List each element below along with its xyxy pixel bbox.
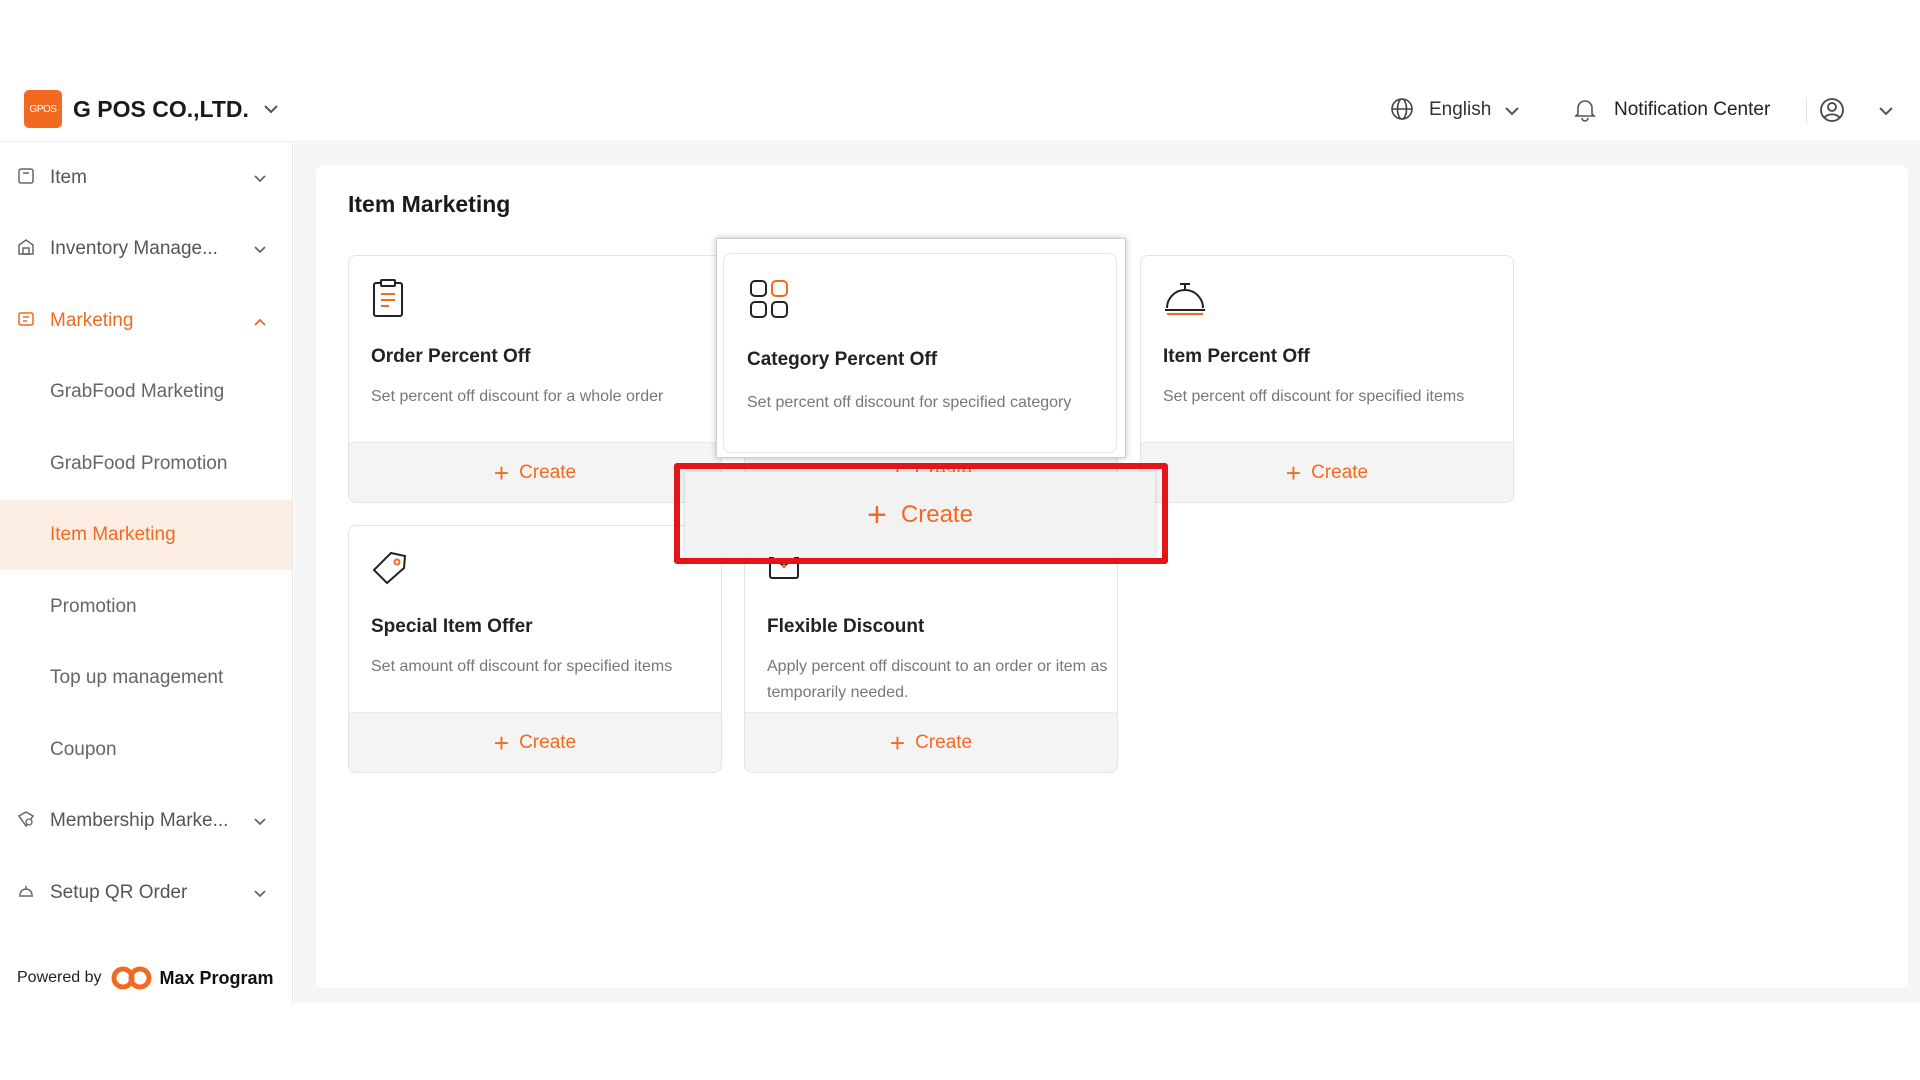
language-selector[interactable]: English xyxy=(1429,99,1491,121)
category-grid-icon xyxy=(750,280,788,318)
sidebar-item-coupon[interactable]: Coupon xyxy=(0,715,292,785)
membership-icon xyxy=(17,811,35,828)
sidebar-item-inventory[interactable]: Inventory Manage... xyxy=(0,214,292,284)
powered-by-label: Powered by xyxy=(17,969,102,986)
card-title: Order Percent Off xyxy=(371,346,531,367)
create-button[interactable]: + Create xyxy=(349,712,721,772)
card-description: Apply percent off discount to an order o… xyxy=(767,658,1108,701)
clipboard-icon xyxy=(373,279,403,317)
page-title: Item Marketing xyxy=(348,191,511,217)
powered-by: Powered by Max Program xyxy=(17,965,274,991)
sidebar-item-item[interactable]: Item xyxy=(0,143,292,213)
sidebar-item-promotion[interactable]: Promotion xyxy=(0,572,292,642)
notification-center-link[interactable]: Notification Center xyxy=(1614,99,1770,121)
create-label: Create xyxy=(519,731,577,753)
sidebar-item-grabfood-promotion[interactable]: GrabFood Promotion xyxy=(0,429,292,499)
chevron-down-icon[interactable] xyxy=(252,886,268,902)
sidebar-item-label: Promotion xyxy=(50,596,137,617)
create-button[interactable]: + Create xyxy=(1141,442,1513,502)
card-description: Set amount off discount for specified it… xyxy=(371,658,673,675)
bell-icon[interactable] xyxy=(1572,96,1598,122)
card-description: Set percent off discount for specified i… xyxy=(1163,388,1465,405)
bottom-blank-area xyxy=(0,1003,1920,1080)
create-button[interactable]: + Create xyxy=(745,712,1117,772)
marketing-card-item-percent-off: Item Percent Off Set percent off discoun… xyxy=(1140,255,1514,503)
sidebar-item-label: GrabFood Marketing xyxy=(50,381,225,402)
header-divider xyxy=(1806,98,1807,124)
card-description: Set percent off discount for a whole ord… xyxy=(371,388,664,405)
service-bell-icon xyxy=(19,886,33,897)
company-logo[interactable]: GPOS xyxy=(24,90,62,128)
price-tag-icon xyxy=(372,551,407,585)
card-title: Special Item Offer xyxy=(371,616,533,637)
sidebar-item-top-up-management[interactable]: Top up management xyxy=(0,643,292,713)
sidebar-item-label: Marketing xyxy=(50,310,134,331)
chevron-up-icon[interactable] xyxy=(252,314,268,330)
card-title: Item Percent Off xyxy=(1163,346,1310,367)
sidebar-item-label: Item Marketing xyxy=(50,524,176,545)
sidebar-item-grabfood-marketing[interactable]: GrabFood Marketing xyxy=(0,357,292,427)
sidebar-item-setup-qr-order[interactable]: Setup QR Order xyxy=(0,858,292,928)
plus-icon: + xyxy=(493,727,510,758)
plus-icon: + xyxy=(493,457,510,488)
service-bell-icon xyxy=(1165,283,1205,315)
chevron-down-icon[interactable] xyxy=(1503,102,1521,120)
sidebar-item-marketing[interactable]: Marketing xyxy=(0,286,292,356)
create-button[interactable]: + Create xyxy=(349,442,721,502)
create-label: Create xyxy=(915,731,973,753)
zoom-callout-category-card: Category Percent Off Set percent off dis… xyxy=(716,238,1126,458)
max-program-brand: Max Program xyxy=(159,967,274,988)
globe-icon[interactable] xyxy=(1390,97,1414,121)
warehouse-icon xyxy=(18,239,34,255)
sidebar-item-label: Membership Marke... xyxy=(50,810,229,831)
sidebar-item-item-marketing[interactable]: Item Marketing xyxy=(0,500,292,570)
ticket-icon xyxy=(18,312,34,326)
chevron-down-icon[interactable] xyxy=(1877,102,1895,120)
card-title: Flexible Discount xyxy=(767,616,925,637)
chevron-down-icon[interactable] xyxy=(252,171,268,187)
max-program-logo-icon xyxy=(111,966,151,990)
chevron-down-icon[interactable] xyxy=(262,100,280,118)
chevron-down-icon[interactable] xyxy=(252,814,268,830)
user-avatar-icon[interactable] xyxy=(1818,96,1846,124)
card-title: Category Percent Off xyxy=(747,349,938,370)
sidebar-item-label: Setup QR Order xyxy=(50,882,188,903)
plus-icon: + xyxy=(889,727,906,758)
highlight-annotation-box xyxy=(674,463,1168,564)
card-description: Set percent off discount for specified c… xyxy=(747,394,1072,411)
chevron-down-icon[interactable] xyxy=(252,242,268,258)
tag-icon xyxy=(18,168,34,184)
sidebar-nav: Item Inventory Manage... Marketing GrabF… xyxy=(0,143,293,1003)
sidebar-item-membership-marketing[interactable]: Membership Marke... xyxy=(0,786,292,856)
sidebar-item-label: Coupon xyxy=(50,739,117,760)
company-name[interactable]: G POS CO.,LTD. xyxy=(73,96,249,123)
top-header: GPOS G POS CO.,LTD. English Notification… xyxy=(0,82,1920,142)
marketing-card-order-percent-off: Order Percent Off Set percent off discou… xyxy=(348,255,722,503)
marketing-card-special-item-offer: Special Item Offer Set amount off discou… xyxy=(348,525,722,773)
create-label: Create xyxy=(519,461,577,483)
sidebar-item-label: Top up management xyxy=(50,667,224,688)
sidebar-item-label: Item xyxy=(50,167,87,188)
sidebar-item-label: GrabFood Promotion xyxy=(50,453,228,474)
sidebar-item-label: Inventory Manage... xyxy=(50,238,218,259)
create-label: Create xyxy=(1311,461,1369,483)
plus-icon: + xyxy=(1285,457,1302,488)
